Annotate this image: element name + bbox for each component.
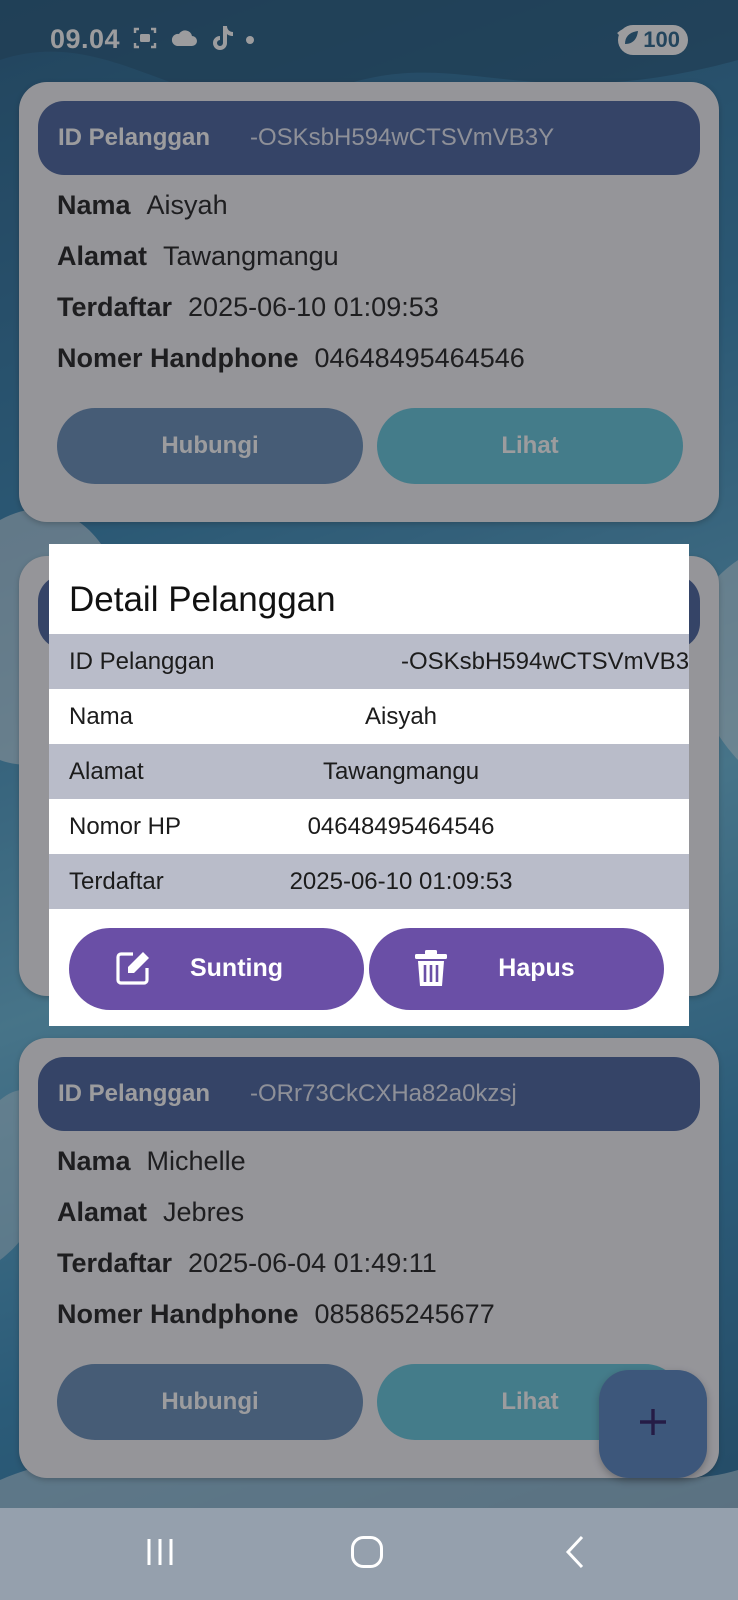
home-button[interactable] (346, 1532, 388, 1576)
hapus-label: Hapus (498, 954, 575, 982)
detail-value: 2025-06-10 01:09:53 (289, 868, 513, 895)
detail-value: 04648495464546 (307, 813, 495, 840)
detail-value: -OSKsbH594wCTSVmVB3Y (400, 648, 689, 675)
recents-button[interactable] (140, 1532, 180, 1576)
detail-label: Terdaftar (69, 868, 164, 895)
detail-dialog: Detail Pelanggan ID Pelanggan -OSKsbH594… (49, 562, 689, 1026)
detail-label: Alamat (69, 758, 144, 785)
back-icon (564, 1535, 586, 1574)
system-nav-bar (0, 1508, 738, 1600)
detail-row-hp: Nomor HP 04648495464546 (49, 799, 689, 854)
home-icon (350, 1535, 384, 1574)
sunting-button[interactable]: Sunting (69, 928, 364, 1010)
detail-label: Nomor HP (69, 813, 182, 840)
detail-row-alamat: Alamat Tawangmangu (49, 744, 689, 799)
detail-row-terdaftar: Terdaftar 2025-06-10 01:09:53 (49, 854, 689, 909)
dialog-title: Detail Pelanggan (69, 580, 336, 619)
detail-row-id: ID Pelanggan -OSKsbH594wCTSVmVB3Y (49, 634, 689, 689)
detail-label: ID Pelanggan (69, 648, 215, 675)
sunting-label: Sunting (189, 954, 284, 982)
detail-row-nama: Nama Aisyah (49, 689, 689, 744)
detail-label: Nama (69, 703, 134, 730)
detail-value: Tawangmangu (322, 758, 480, 785)
recents-icon (144, 1537, 176, 1572)
hapus-button[interactable]: Hapus (369, 928, 664, 1010)
back-button[interactable] (560, 1532, 590, 1576)
detail-value: Aisyah (364, 703, 438, 730)
